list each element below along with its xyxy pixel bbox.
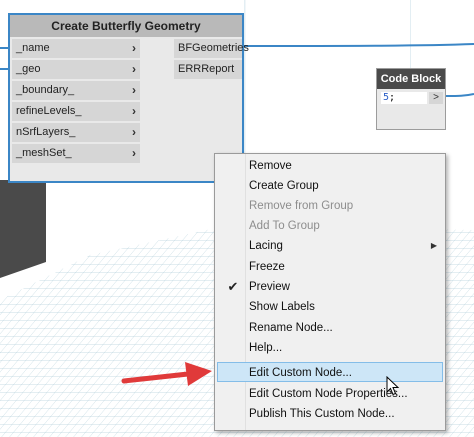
- menu-item-lacing[interactable]: Lacing ▶: [217, 236, 443, 256]
- node-title[interactable]: Create Butterfly Geometry: [10, 15, 242, 37]
- dark-geometry: [0, 180, 46, 278]
- menu-item-label: Preview: [249, 281, 290, 293]
- inport-mesh-set[interactable]: _meshSet_ ›: [12, 144, 140, 163]
- menu-item-rename-node[interactable]: Rename Node...: [217, 318, 443, 338]
- menu-item-label: Publish This Custom Node...: [249, 408, 395, 420]
- outport-bfgeometries[interactable]: BFGeometries: [174, 39, 249, 58]
- menu-item-label: Show Labels: [249, 301, 315, 313]
- menu-item-edit-custom-node-properties[interactable]: Edit Custom Node Properties...: [217, 384, 443, 404]
- chevron-right-icon: ›: [132, 125, 136, 139]
- code-block-node[interactable]: Code Block 5; >: [376, 68, 446, 130]
- menu-item-publish-custom-node[interactable]: Publish This Custom Node...: [217, 404, 443, 424]
- menu-item-label: Remove from Group: [249, 200, 354, 212]
- menu-item-label: Rename Node...: [249, 322, 333, 334]
- inport-label: _meshSet_: [16, 147, 72, 159]
- inport-boundary[interactable]: _boundary_ ›: [12, 81, 140, 100]
- code-block-outport[interactable]: >: [429, 92, 443, 104]
- create-butterfly-geometry-node[interactable]: Create Butterfly Geometry _name › _geo › _…: [8, 13, 249, 183]
- menu-item-label: Add To Group: [249, 220, 320, 232]
- menu-item-help[interactable]: Help...: [217, 338, 443, 358]
- chevron-right-icon: ›: [132, 41, 136, 55]
- inport-name[interactable]: _name ›: [12, 39, 140, 58]
- menu-item-add-to-group: Add To Group: [217, 216, 443, 236]
- code-block-editor[interactable]: 5;: [381, 92, 427, 104]
- code-suffix: ;: [389, 92, 396, 103]
- mouse-cursor-icon: [386, 376, 400, 396]
- menu-item-label: Remove: [249, 160, 292, 172]
- menu-item-edit-custom-node[interactable]: Edit Custom Node...: [217, 362, 443, 382]
- chevron-right-icon: ›: [132, 83, 136, 97]
- menu-item-label: Lacing: [249, 240, 283, 252]
- check-icon: ✔: [227, 279, 239, 294]
- menu-item-label: Help...: [249, 342, 283, 354]
- menu-item-remove[interactable]: Remove: [217, 156, 443, 176]
- inport-label: nSrfLayers_: [16, 126, 76, 138]
- inport-label: _name: [16, 42, 50, 54]
- submenu-arrow-icon: ▶: [430, 241, 437, 250]
- inport-nsrf-layers[interactable]: nSrfLayers_ ›: [12, 123, 140, 142]
- inport-label: _boundary_: [16, 84, 75, 96]
- inport-refine-levels[interactable]: refineLevels_ ›: [12, 102, 140, 121]
- outport-errreport[interactable]: ERRReport: [174, 60, 242, 79]
- inport-label: refineLevels_: [16, 105, 82, 117]
- context-menu: Remove Create Group Remove from Group Ad…: [214, 153, 446, 431]
- menu-item-remove-from-group: Remove from Group: [217, 196, 443, 216]
- chevron-right-icon: ›: [132, 146, 136, 160]
- menu-item-create-group[interactable]: Create Group: [217, 176, 443, 196]
- menu-item-show-labels[interactable]: Show Labels: [217, 297, 443, 317]
- menu-item-freeze[interactable]: Freeze: [217, 257, 443, 277]
- menu-item-label: Create Group: [249, 180, 319, 192]
- inport-label: _geo: [16, 63, 41, 75]
- menu-item-preview[interactable]: ✔ Preview: [217, 277, 443, 297]
- menu-item-label: Freeze: [249, 261, 285, 273]
- chevron-right-icon: ›: [132, 104, 136, 118]
- menu-item-label: Edit Custom Node...: [249, 367, 352, 379]
- chevron-right-icon: ›: [132, 62, 136, 76]
- menu-item-label: Edit Custom Node Properties...: [249, 388, 408, 400]
- inport-geo[interactable]: _geo ›: [12, 60, 140, 79]
- code-block-title[interactable]: Code Block: [377, 69, 445, 89]
